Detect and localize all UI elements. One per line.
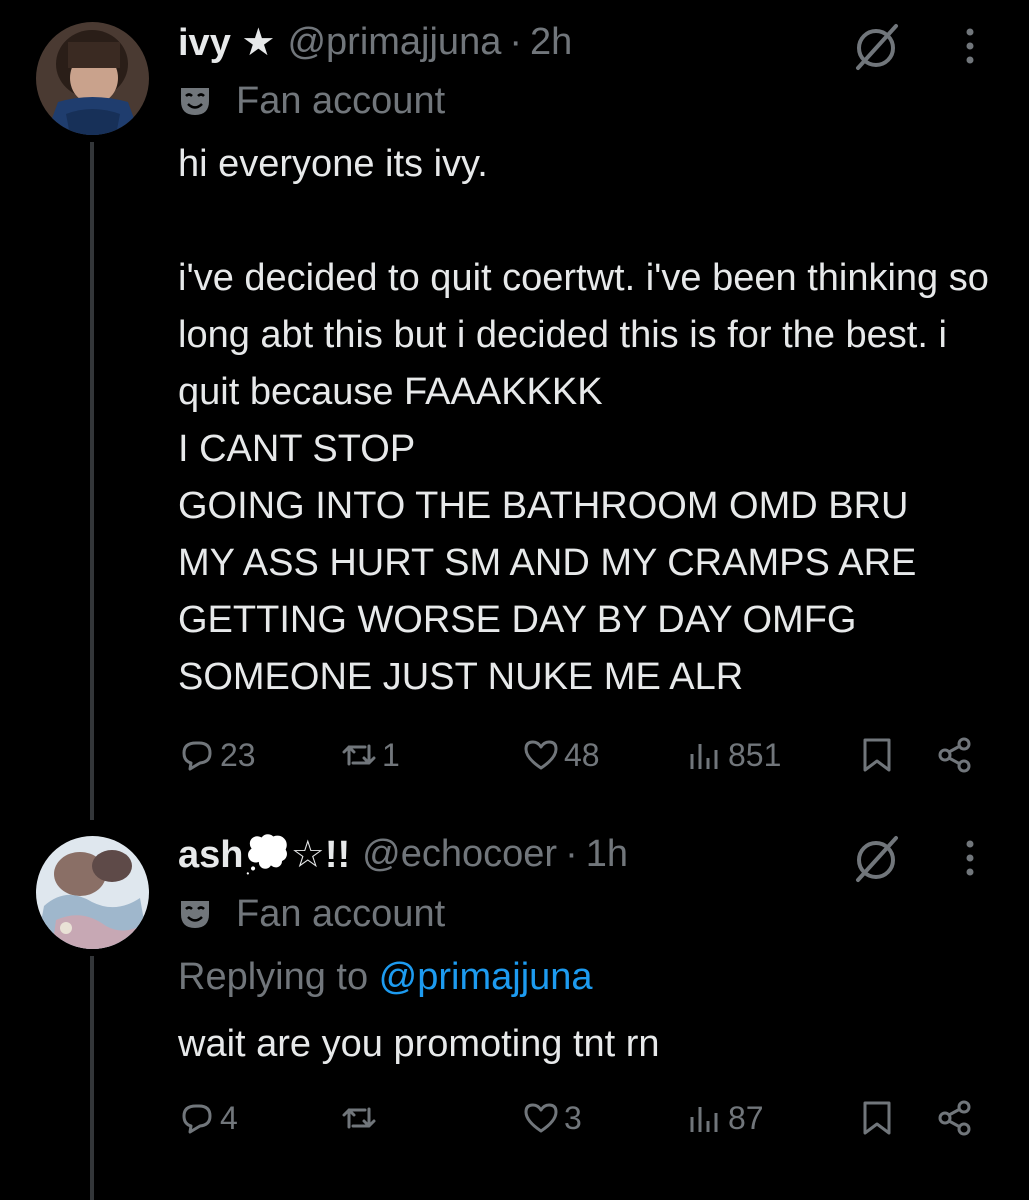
retweet-button[interactable]: 1 (340, 730, 400, 780)
tweet-top-icons (848, 830, 980, 886)
share-button[interactable] (936, 1093, 978, 1143)
separator-dot: · (565, 832, 578, 875)
thread-line (90, 956, 94, 1200)
more-vertical-icon[interactable] (960, 18, 980, 74)
thread-line (90, 142, 94, 820)
account-label: Fan account (178, 892, 445, 936)
retweet-icon (342, 744, 376, 766)
retweet-count: 1 (382, 736, 400, 773)
views-bar-chart-icon (690, 1107, 718, 1132)
share-icon (938, 737, 971, 773)
user-handle[interactable]: @echocoer (362, 833, 557, 876)
heart-icon (524, 1103, 558, 1133)
timestamp[interactable]: 1h (586, 833, 628, 876)
parody-mask-icon (181, 901, 209, 928)
share-button[interactable] (936, 730, 978, 780)
bookmark-button[interactable] (858, 730, 900, 780)
view-count: 851 (728, 736, 782, 773)
replying-handle-link[interactable]: @primajjuna (379, 956, 593, 998)
tweet-header: ash💭☆!! @echocoer · 1h (178, 832, 628, 876)
like-count: 48 (564, 736, 600, 773)
bookmark-icon (863, 738, 891, 772)
reply-count: 23 (220, 736, 256, 773)
grok-slash-icon[interactable] (848, 18, 904, 74)
reply-bubble-icon (182, 741, 212, 771)
action-bar: 4 3 87 (178, 1093, 978, 1143)
views-bar-chart-icon (690, 744, 718, 769)
avatar[interactable] (36, 22, 149, 135)
like-button[interactable]: 48 (522, 730, 600, 780)
bookmark-icon (863, 1101, 891, 1135)
views-button[interactable]: 851 (686, 730, 781, 780)
label-text: Fan account (236, 79, 446, 122)
user-handle[interactable]: @primajjuna (287, 21, 501, 64)
heart-icon (524, 740, 558, 770)
retweet-icon (342, 1107, 376, 1129)
views-button[interactable]: 87 (686, 1093, 764, 1143)
reply-button[interactable]: 23 (178, 730, 256, 780)
bookmark-button[interactable] (858, 1093, 900, 1143)
reply-button[interactable]: 4 (178, 1093, 238, 1143)
like-count: 3 (564, 1099, 582, 1136)
like-button[interactable]: 3 (522, 1093, 582, 1143)
reply-bubble-icon (182, 1104, 212, 1134)
replying-prefix: Replying to (178, 956, 379, 998)
grok-slash-icon[interactable] (848, 830, 904, 886)
tweet-reply[interactable]: ash💭☆!! @echocoer · 1h Fan account Reply… (0, 820, 1029, 1200)
tweet-text: wait are you promoting tnt rn (178, 1023, 660, 1065)
tweet-header: ivy ★ @primajjuna · 2h (178, 20, 572, 64)
separator-dot: · (509, 20, 522, 63)
reply-count: 4 (220, 1099, 238, 1136)
parody-mask-icon (181, 88, 209, 115)
display-name[interactable]: ivy ★ (178, 20, 275, 65)
tweet-top-icons (848, 18, 980, 74)
label-text: Fan account (236, 892, 446, 935)
tweet-primary[interactable]: ivy ★ @primajjuna · 2h Fan account hi ev… (0, 0, 1029, 820)
view-count: 87 (728, 1099, 764, 1136)
action-bar: 23 1 48 851 (178, 730, 978, 780)
more-vertical-icon[interactable] (960, 830, 980, 886)
retweet-button[interactable] (340, 1093, 382, 1143)
replying-to: Replying to @primajjuna (178, 956, 593, 999)
avatar[interactable] (36, 836, 149, 949)
timestamp[interactable]: 2h (530, 21, 572, 64)
account-label: Fan account (178, 79, 445, 123)
share-icon (938, 1100, 971, 1136)
tweet-text: hi everyone its ivy. i've decided to qui… (178, 143, 989, 698)
display-name[interactable]: ash💭☆!! (178, 832, 350, 877)
